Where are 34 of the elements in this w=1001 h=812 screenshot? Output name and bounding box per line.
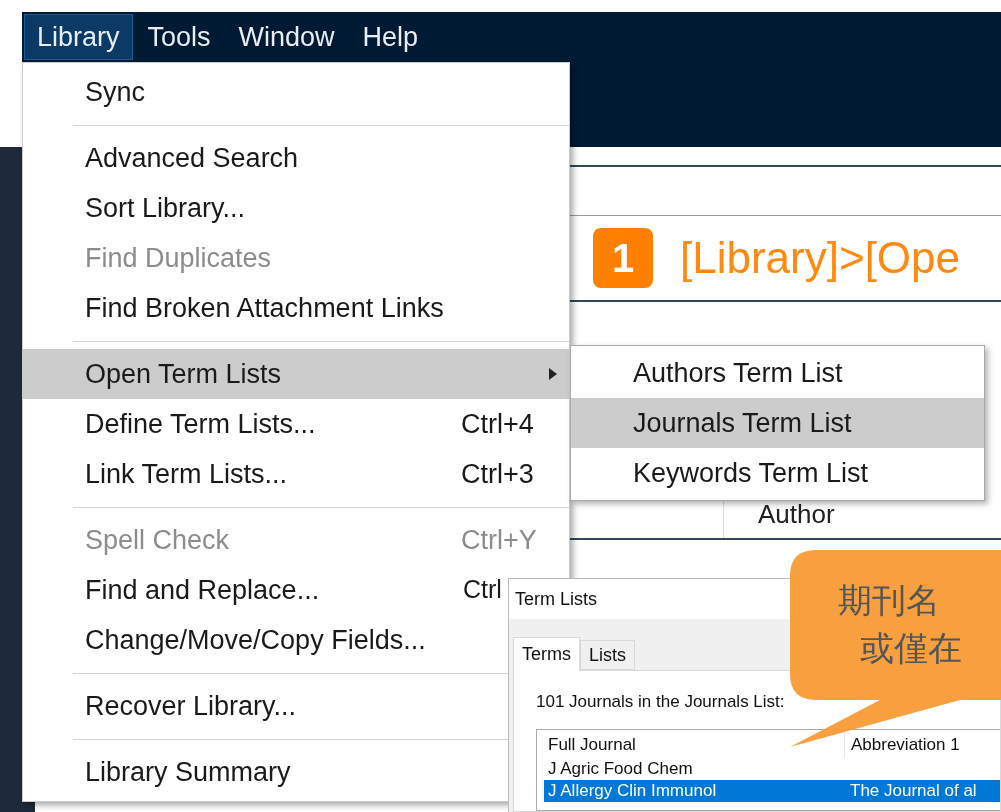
menubar-item[interactable]: Window (225, 14, 348, 60)
table-cell-text: The Journal of al (849, 779, 977, 802)
menu-item[interactable]: Change/Move/Copy Fields... (23, 615, 509, 665)
menubar-item[interactable]: Help (349, 14, 432, 60)
column-header[interactable]: Full Journal (544, 731, 844, 758)
menu-item[interactable]: Sync (23, 67, 569, 117)
menu-item[interactable]: Link Term Lists... Ctrl+3 (23, 449, 569, 499)
tab[interactable]: Lists (580, 640, 635, 670)
table-row[interactable]: J Allergy Clin Immunol The Journal of al (544, 779, 1000, 802)
step-number-badge: 1 (593, 228, 653, 288)
submenu-item[interactable]: Authors Term List (571, 348, 984, 398)
column-label: Author (758, 498, 835, 531)
menu-item[interactable]: Advanced Search (23, 133, 569, 183)
tab[interactable]: Terms (513, 637, 580, 671)
table-cell-text: J Agric Food Chem (547, 757, 694, 780)
menubar-item[interactable]: Library (24, 14, 133, 60)
menu-item[interactable]: Define Term Lists... Ctrl+4 (23, 399, 569, 449)
submenu-arrow-icon (549, 368, 557, 380)
submenu-item[interactable]: Keywords Term List (571, 448, 984, 498)
menu-item[interactable]: Sort Library... (23, 183, 569, 233)
table-cell-text: J Allergy Clin Immunol (547, 779, 718, 802)
dialog-title: Term Lists (515, 587, 597, 611)
callout-text: 期刊名 (838, 580, 940, 621)
journal-count-label: 101 Journals in the Journals List: (536, 691, 786, 713)
table-row[interactable]: J Agric Food Chem (544, 757, 1000, 780)
menu-item[interactable]: Open Term Lists (23, 349, 569, 399)
menu-item[interactable]: Library Summary (23, 747, 509, 797)
menu-item[interactable]: Find and Replace... Ctrl (23, 565, 509, 615)
menu-item[interactable]: Find Broken Attachment Links (23, 283, 569, 333)
step-heading: [Library]>[Ope (680, 232, 961, 284)
menubar-item[interactable]: Tools (134, 14, 224, 60)
callout-text: 或僅在 (859, 628, 962, 669)
menu-item[interactable]: Recover Library... (23, 681, 509, 731)
submenu-item[interactable]: Journals Term List (571, 398, 984, 448)
